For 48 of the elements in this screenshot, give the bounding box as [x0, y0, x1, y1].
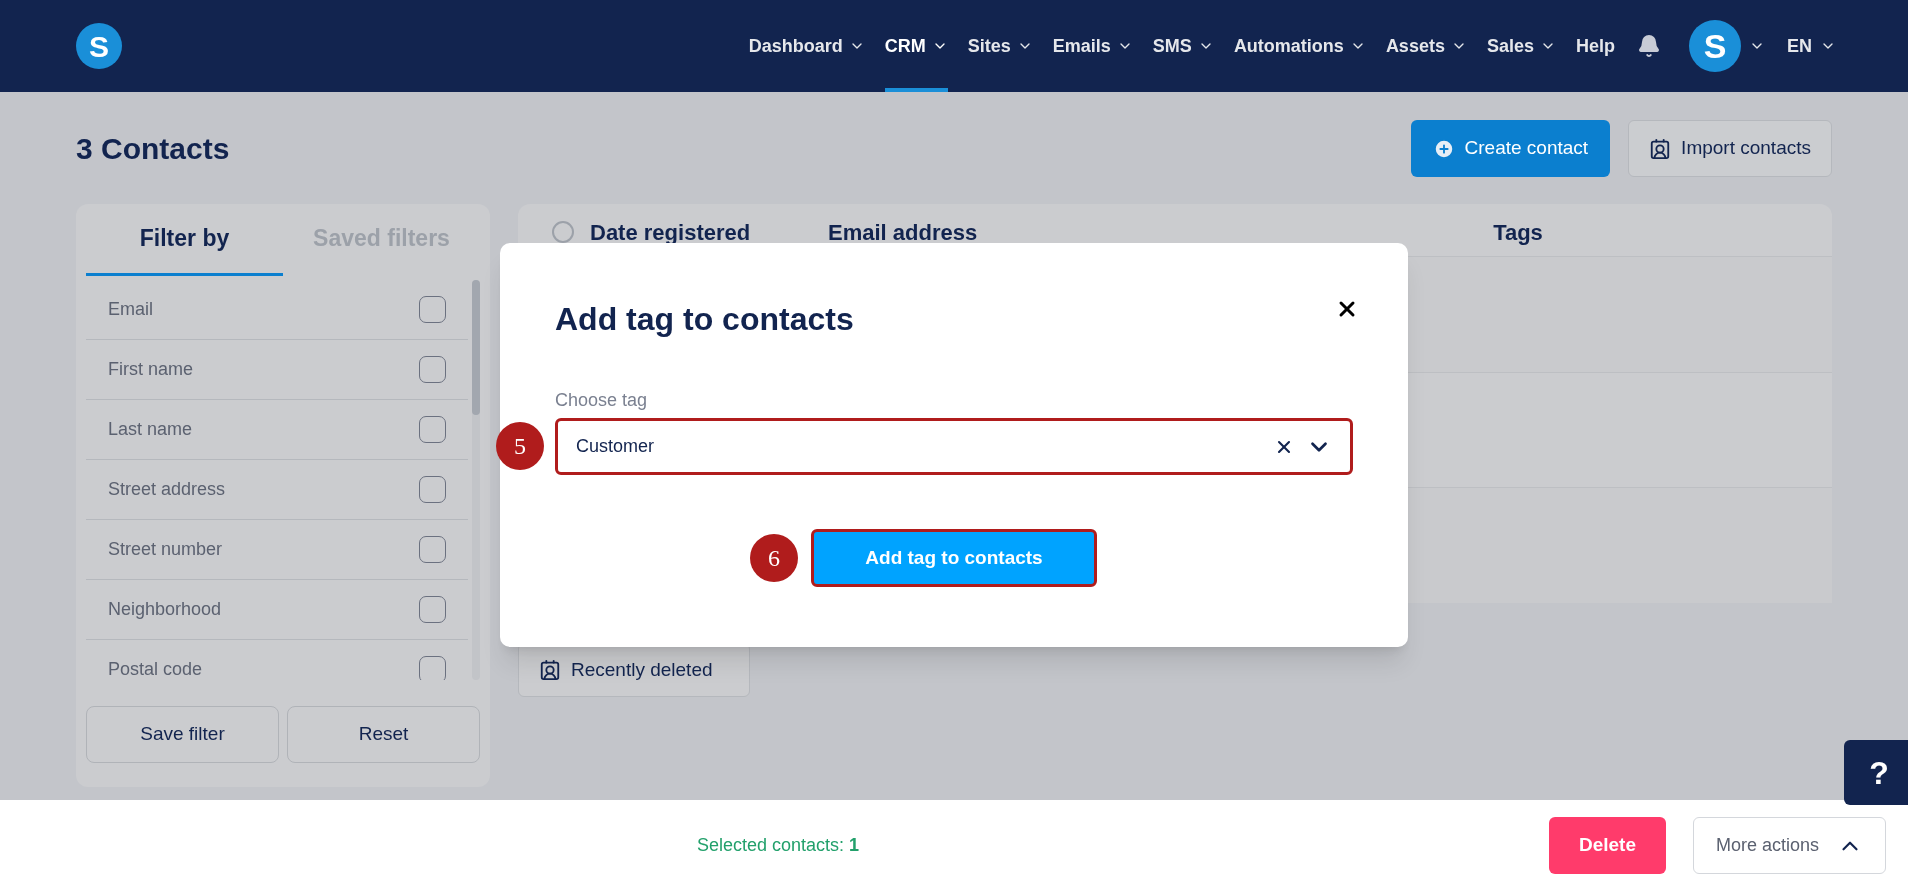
bell-icon[interactable] — [1637, 34, 1661, 58]
user-avatar[interactable]: S — [1689, 20, 1741, 72]
help-button[interactable]: ? — [1844, 740, 1908, 805]
column-header: Email address — [828, 218, 979, 247]
step-marker: 6 — [750, 534, 798, 582]
filter-checkbox[interactable] — [419, 356, 446, 383]
nav-menu-item[interactable]: Emails — [1052, 0, 1133, 92]
scrollbar[interactable] — [472, 280, 480, 680]
filter-checkbox[interactable] — [419, 296, 446, 323]
select-value: Customer — [576, 435, 656, 458]
nav-menu-item[interactable]: Sites — [967, 0, 1033, 92]
filter-checkbox[interactable] — [419, 596, 446, 623]
contact-card-icon — [539, 659, 561, 681]
filter-checkbox[interactable] — [419, 416, 446, 443]
filter-option-label: Email — [108, 298, 153, 321]
nav-menu-item[interactable]: SMS — [1152, 0, 1214, 92]
nav-menu-item[interactable]: Sales — [1486, 0, 1556, 92]
import-contacts-button[interactable]: Import contacts — [1628, 120, 1832, 177]
column-header: Tags — [1492, 218, 1544, 247]
nav-menu-item[interactable]: CRM — [884, 0, 948, 92]
nav-menu-item[interactable]: Help — [1575, 0, 1615, 92]
language-selector[interactable]: EN — [1787, 32, 1836, 60]
filter-option-label: Street number — [108, 538, 223, 561]
page-title: 3 Contacts — [76, 131, 230, 167]
nav-menu-item[interactable]: Dashboard — [748, 0, 865, 92]
filter-option-label: First name — [108, 358, 194, 381]
dialog-title: Add tag to contacts — [555, 300, 854, 339]
more-actions-button[interactable]: More actions — [1692, 817, 1886, 874]
filter-option-label: Neighborhood — [108, 598, 222, 621]
filter-option-label: Last name — [108, 418, 193, 441]
plus-circle-icon — [1432, 137, 1455, 160]
step-marker: 5 — [496, 422, 544, 470]
selected-contacts-count: Selected contacts: 1 — [697, 834, 860, 857]
field-label: Choose tag — [555, 389, 649, 412]
logo[interactable]: S — [76, 23, 122, 69]
tag-select[interactable]: Customer — [555, 418, 1353, 475]
filter-tab[interactable]: Filter by — [86, 204, 283, 276]
filter-option-label: Street address — [108, 478, 226, 501]
filter-action-button[interactable]: Save filter — [86, 706, 279, 763]
create-contact-button[interactable]: Create contact — [1410, 120, 1611, 177]
filter-checkbox[interactable] — [419, 476, 446, 503]
nav-menu-item[interactable]: Automations — [1233, 0, 1366, 92]
column-header: Date registered — [590, 218, 752, 247]
filter-option-label: Postal code — [108, 658, 203, 680]
contact-card-icon — [1649, 137, 1672, 160]
nav-menu-item[interactable]: Assets — [1385, 0, 1467, 92]
filter-checkbox[interactable] — [419, 536, 446, 563]
filter-action-button[interactable]: Reset — [287, 706, 480, 763]
